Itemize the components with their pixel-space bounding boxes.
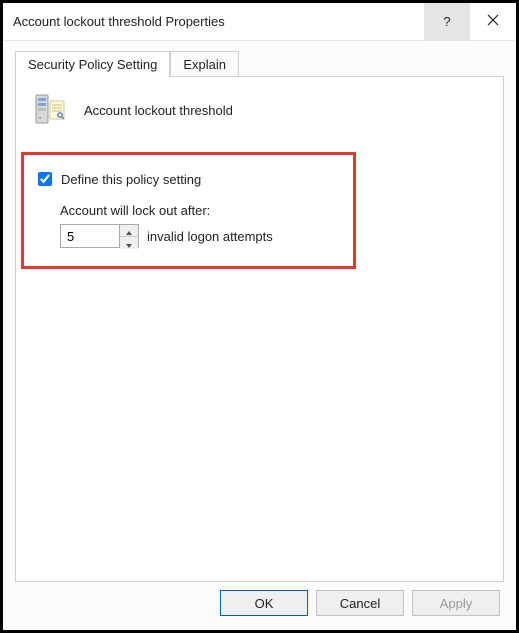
dialog-window: Account lockout threshold Properties ? S…: [0, 0, 519, 633]
ok-button[interactable]: OK: [220, 590, 308, 616]
lockout-unit-label: invalid logon attempts: [147, 229, 273, 244]
close-icon: [487, 14, 499, 29]
button-label: Cancel: [340, 596, 380, 611]
window-title: Account lockout threshold Properties: [13, 14, 424, 29]
button-label: Apply: [440, 596, 473, 611]
tab-label: Security Policy Setting: [28, 57, 157, 72]
apply-button: Apply: [412, 590, 500, 616]
help-icon: ?: [443, 14, 450, 29]
spinner-down-button[interactable]: [120, 237, 138, 249]
help-button[interactable]: ?: [424, 3, 470, 41]
policy-header: Account lockout threshold: [32, 91, 493, 130]
chevron-down-icon: [126, 236, 132, 251]
button-label: OK: [255, 596, 274, 611]
dialog-body: Security Policy Setting Explain: [3, 41, 516, 630]
policy-title: Account lockout threshold: [84, 103, 233, 118]
lockout-value-row: invalid logon attempts: [60, 224, 339, 248]
cancel-button[interactable]: Cancel: [316, 590, 404, 616]
define-policy-label[interactable]: Define this policy setting: [61, 172, 201, 187]
spinner-buttons: [119, 225, 138, 247]
lockout-attempts-spinner: [60, 224, 139, 248]
tab-security-policy-setting[interactable]: Security Policy Setting: [15, 51, 170, 77]
lockout-after-label: Account will lock out after:: [60, 203, 339, 218]
define-policy-checkbox[interactable]: [38, 172, 52, 186]
title-bar: Account lockout threshold Properties ?: [3, 3, 516, 41]
tab-strip: Security Policy Setting Explain: [15, 51, 504, 77]
define-policy-checkbox-row: Define this policy setting: [34, 169, 339, 189]
lockout-attempts-input[interactable]: [61, 225, 119, 247]
close-button[interactable]: [470, 3, 516, 41]
tab-panel-security: Account lockout threshold Define this po…: [15, 76, 504, 582]
tab-label: Explain: [183, 57, 226, 72]
server-policy-icon: [32, 91, 68, 130]
define-policy-section: Define this policy setting Account will …: [21, 152, 356, 269]
dialog-button-row: OK Cancel Apply: [220, 590, 500, 616]
tab-explain[interactable]: Explain: [170, 51, 239, 77]
